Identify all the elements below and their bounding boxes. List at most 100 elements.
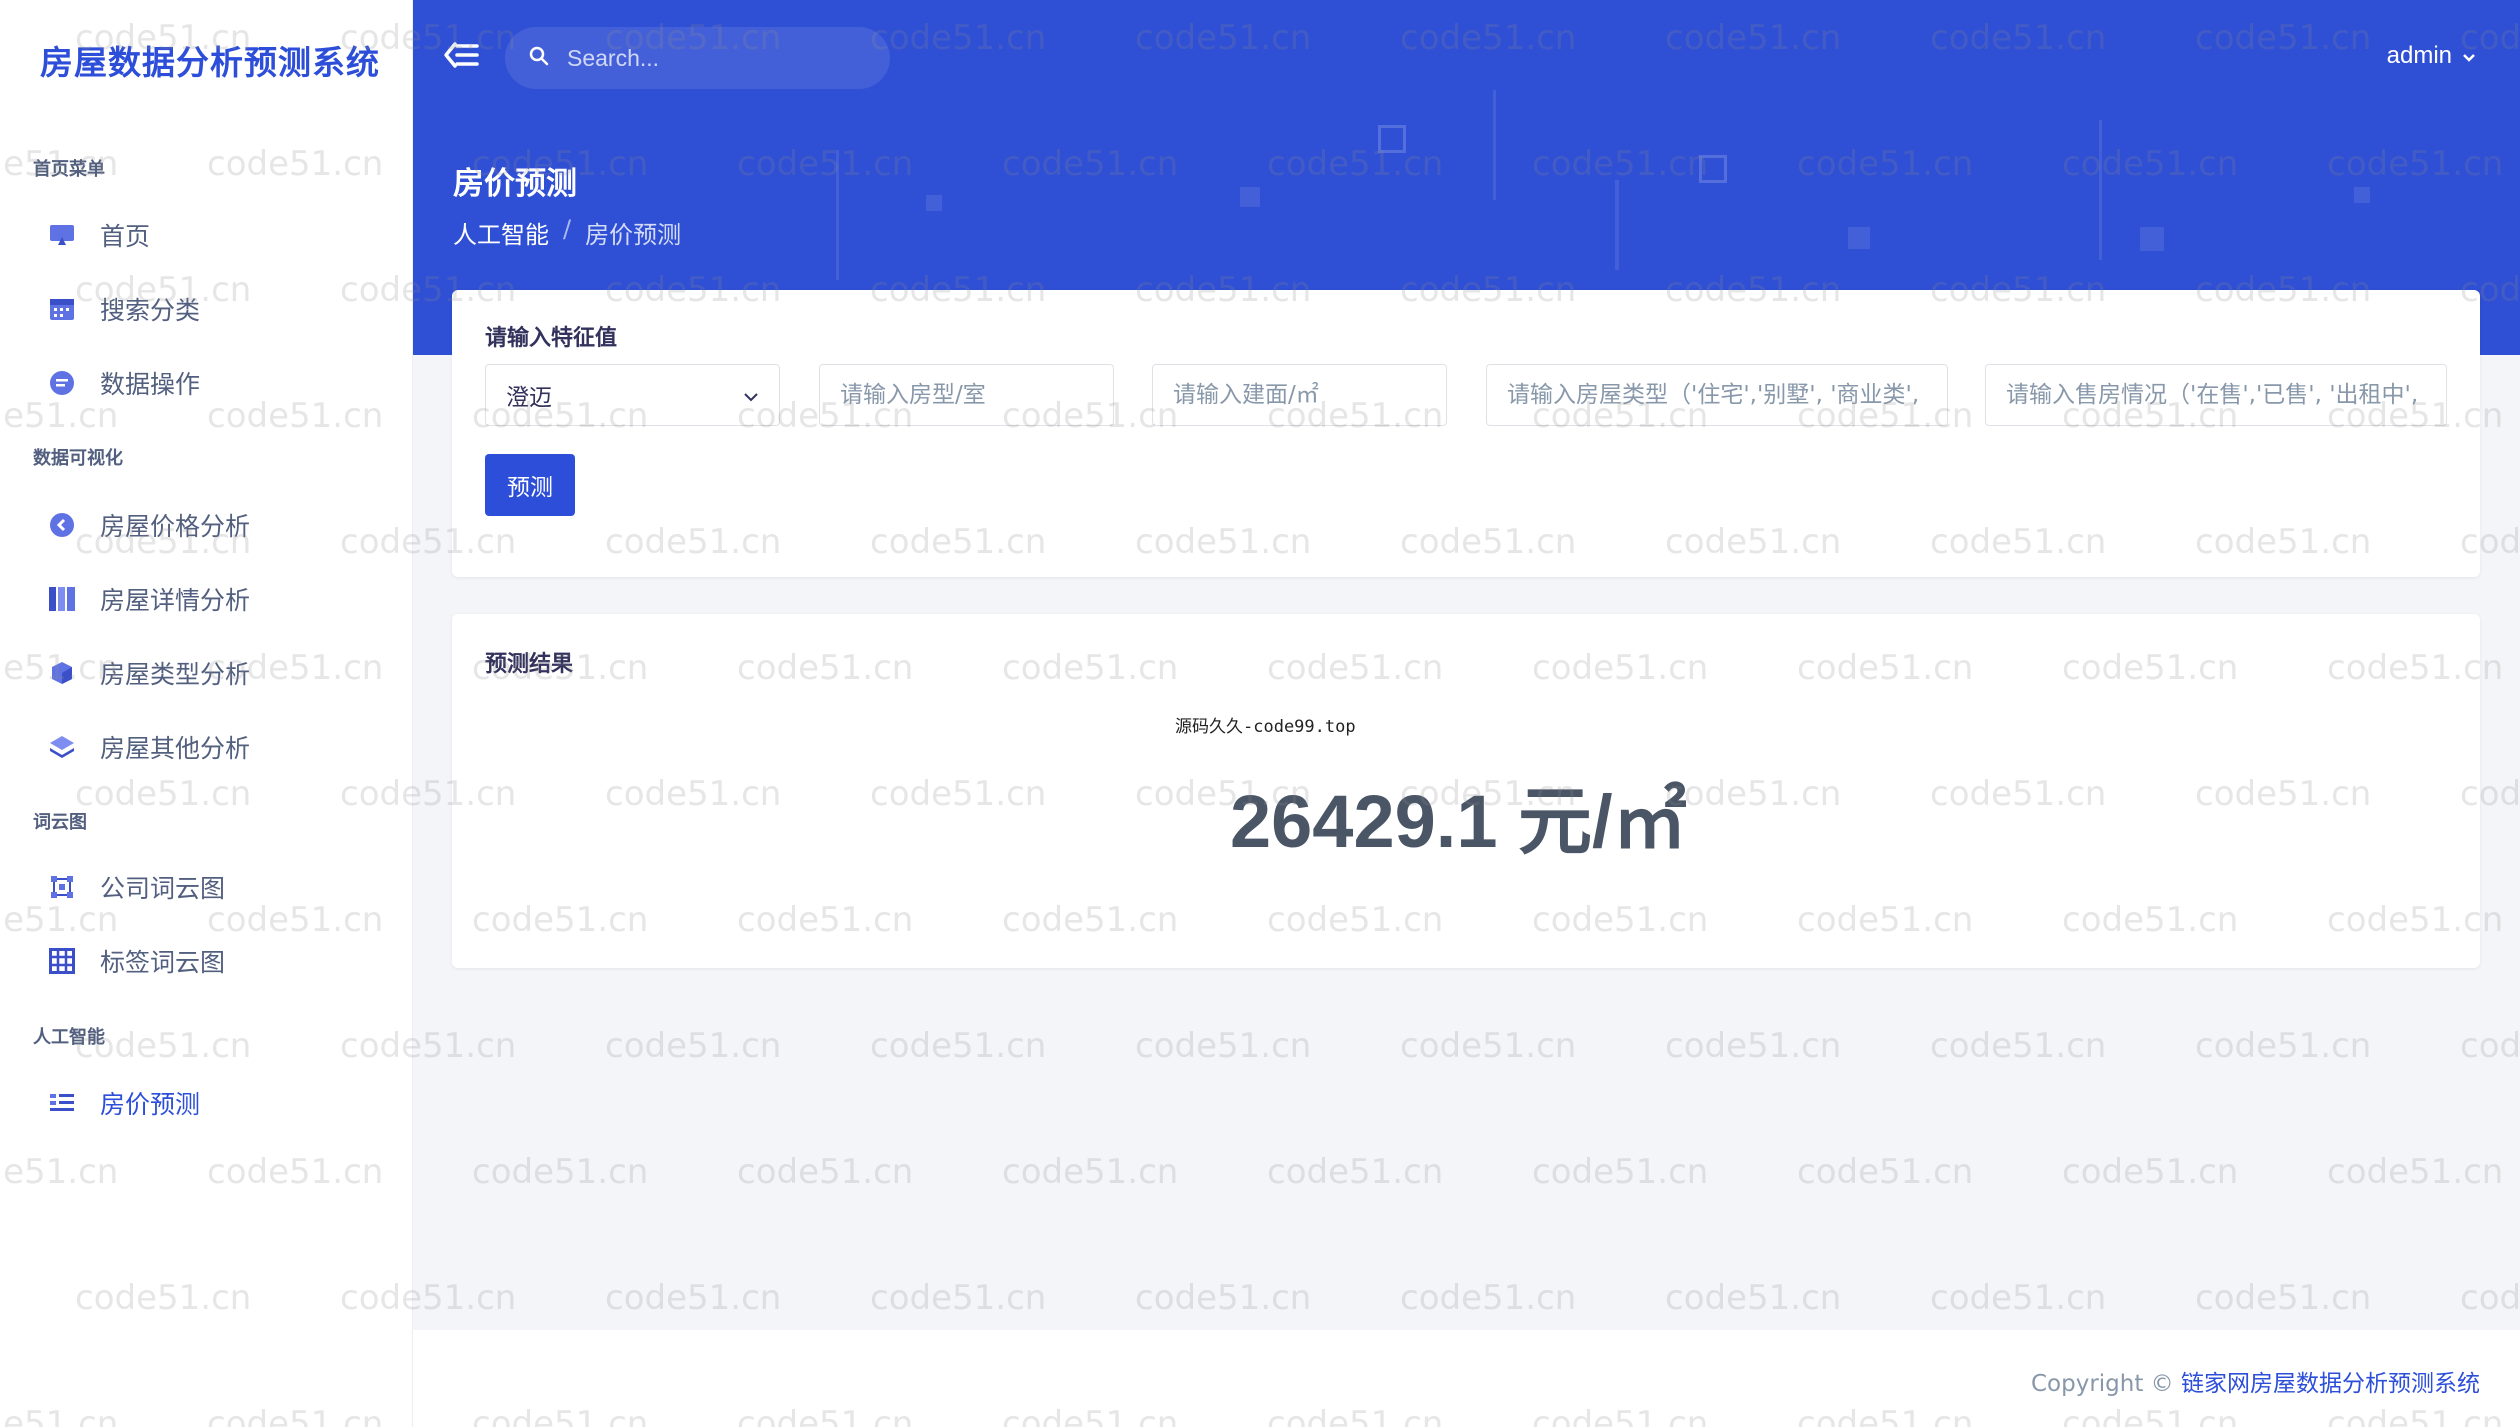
layers-icon <box>48 733 76 761</box>
sidebar-item-tag-cloud[interactable]: 标签词云图 <box>48 936 225 986</box>
grid-icon <box>48 947 76 975</box>
watermark-text: code51.cn <box>870 1278 1047 1318</box>
decorative-square <box>2354 187 2370 203</box>
watermark-text: code51.cn <box>2062 1152 2239 1192</box>
monitor-icon <box>48 221 76 249</box>
sidebar-item-price-predict[interactable]: 房价预测 <box>48 1078 200 1128</box>
decorative-square <box>926 195 942 211</box>
decorative-square <box>1378 125 1406 153</box>
sale-status-input[interactable] <box>2006 382 2426 408</box>
copyright-link[interactable]: 链家网房屋数据分析预测系统 <box>2181 1371 2480 1397</box>
feature-input-card: 请输入特征值 澄迈 预测 <box>452 290 2480 577</box>
watermark-text: code51.cn <box>1665 1026 1842 1066</box>
nav-heading-ai: 人工智能 <box>33 1027 105 1048</box>
breadcrumb-separator: / <box>563 215 572 243</box>
sidebar-item-search-category[interactable]: 搜索分类 <box>48 284 200 334</box>
watermark-text: code51.cn <box>1002 1152 1179 1192</box>
watermark-text: code51.cn <box>1135 1026 1312 1066</box>
breadcrumb-current: 房价预测 <box>585 221 682 249</box>
search-icon <box>529 46 549 70</box>
user-menu[interactable]: admin <box>2387 42 2476 70</box>
decorative-line <box>2099 120 2102 260</box>
nodes-icon <box>48 873 76 901</box>
sidebar-item-price-analysis[interactable]: 房屋价格分析 <box>48 500 250 550</box>
columns-icon <box>48 585 76 613</box>
decorative-square <box>1848 227 1870 249</box>
predict-button[interactable]: 预测 <box>485 454 575 516</box>
area-input[interactable] <box>1173 382 1426 408</box>
watermark-text: code51.cn <box>472 1152 649 1192</box>
sidebar-item-label: 房屋其他分析 <box>100 734 251 763</box>
search-box <box>505 27 890 89</box>
watermark-text: code51.cn <box>1267 1152 1444 1192</box>
watermark-text: code51.cn <box>2460 1026 2520 1066</box>
chevron-down-icon <box>743 382 759 408</box>
sidebar-item-label: 房屋详情分析 <box>100 586 251 615</box>
watermark-text: code51.cn <box>1400 1278 1577 1318</box>
decorative-line <box>1615 180 1619 270</box>
watermark-text: code51.cn <box>605 1026 782 1066</box>
predicted-price: 26429.1 元/㎡ <box>1230 780 1687 863</box>
source-note: 源码久久-code99.top <box>1175 717 1356 737</box>
sidebar-item-type-analysis[interactable]: 房屋类型分析 <box>48 648 250 698</box>
watermark-text: code51.cn <box>737 1152 914 1192</box>
district-select[interactable]: 澄迈 <box>485 364 780 426</box>
brand-title[interactable]: 房屋数据分析预测系统 <box>40 36 380 84</box>
sidebar-item-label: 标签词云图 <box>100 948 226 977</box>
decorative-square <box>1240 187 1260 207</box>
house-type-input[interactable] <box>1507 382 1927 408</box>
search-input[interactable] <box>567 44 867 72</box>
prediction-result-card: 预测结果 源码久久-code99.top 26429.1 元/㎡ <box>452 614 2480 968</box>
nav-heading-home: 首页菜单 <box>33 159 105 180</box>
area-field <box>1152 364 1447 426</box>
sidebar-item-company-cloud[interactable]: 公司词云图 <box>48 862 225 912</box>
sidebar-item-data-ops[interactable]: 数据操作 <box>48 358 200 408</box>
sidebar-item-label: 房价预测 <box>100 1090 201 1119</box>
chat-icon <box>48 369 76 397</box>
sale-status-field <box>1985 364 2447 426</box>
decorative-line <box>836 150 839 280</box>
watermark-text: code51.cn <box>2327 1152 2504 1192</box>
watermark-text: code51.cn <box>2460 1278 2520 1318</box>
sidebar-item-other-analysis[interactable]: 房屋其他分析 <box>48 722 250 772</box>
decorative-line <box>1493 90 1496 200</box>
user-name: admin <box>2386 42 2452 69</box>
watermark-text: code51.cn <box>1665 1278 1842 1318</box>
calendar-icon <box>48 295 76 323</box>
sidebar-item-label: 公司词云图 <box>100 874 226 903</box>
breadcrumb: 人工智能 / 房价预测 <box>453 215 681 250</box>
sidebar-item-home[interactable]: 首页 <box>48 210 150 260</box>
watermark-text: code51.cn <box>2195 1026 2372 1066</box>
room-field <box>819 364 1114 426</box>
sidebar-item-detail-analysis[interactable]: 房屋详情分析 <box>48 574 250 624</box>
sidebar-toggle-button[interactable] <box>443 40 481 72</box>
decorative-square <box>1699 155 1727 183</box>
footer: Copyright © 链家网房屋数据分析预测系统 <box>413 1330 2520 1427</box>
sidebar: 房屋数据分析预测系统 首页菜单 首页 搜索分类 数据操作 数据可视化 房屋价格分… <box>0 0 413 1427</box>
sidebar-item-label: 房屋类型分析 <box>100 660 251 689</box>
district-selected-value: 澄迈 <box>506 385 552 411</box>
form-title: 请输入特征值 <box>485 326 618 351</box>
nav-heading-visualization: 数据可视化 <box>33 448 123 469</box>
breadcrumb-link-ai[interactable]: 人工智能 <box>453 215 549 250</box>
sidebar-item-label: 数据操作 <box>100 370 201 399</box>
house-type-field <box>1486 364 1948 426</box>
sidebar-item-label: 首页 <box>100 222 151 251</box>
chevron-down-icon <box>2462 42 2476 70</box>
watermark-text: code51.cn <box>1930 1278 2107 1318</box>
watermark-text: code51.cn <box>1930 1026 2107 1066</box>
watermark-text: code51.cn <box>870 1026 1047 1066</box>
watermark-text: code51.cn <box>1532 1152 1709 1192</box>
page-title: 房价预测 <box>453 166 577 202</box>
nav-heading-wordcloud: 词云图 <box>33 812 87 833</box>
cube-icon <box>48 659 76 687</box>
watermark-text: code51.cn <box>605 1278 782 1318</box>
room-input[interactable] <box>840 382 1093 408</box>
watermark-text: code51.cn <box>1400 1026 1577 1066</box>
back-circle-icon <box>48 511 76 539</box>
list-icon <box>48 1089 76 1117</box>
watermark-text: code51.cn <box>2195 1278 2372 1318</box>
sidebar-item-label: 搜索分类 <box>100 296 201 325</box>
watermark-text: code51.cn <box>1797 1152 1974 1192</box>
copyright: Copyright © 链家网房屋数据分析预测系统 <box>2031 1364 2480 1398</box>
